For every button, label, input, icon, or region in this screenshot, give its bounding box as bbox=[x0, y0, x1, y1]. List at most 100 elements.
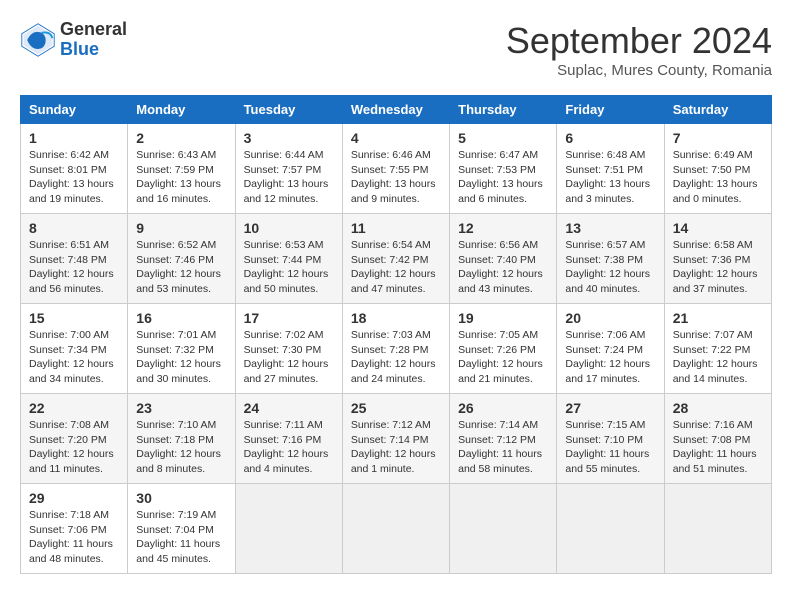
calendar-body: 1 Sunrise: 6:42 AMSunset: 8:01 PMDaylight… bbox=[21, 124, 772, 574]
col-monday: Monday bbox=[128, 96, 235, 124]
week-row-3: 15 Sunrise: 7:00 AMSunset: 7:34 PMDayligh… bbox=[21, 304, 772, 394]
day-cell: 22Sunrise: 7:08 AMSunset: 7:20 PMDayligh… bbox=[21, 394, 128, 484]
day-info: Sunrise: 7:00 AMSunset: 7:34 PMDaylight:… bbox=[29, 328, 119, 387]
day-number: 5 bbox=[458, 130, 548, 146]
day-info: Sunrise: 7:05 AMSunset: 7:26 PMDaylight:… bbox=[458, 328, 548, 387]
day-cell: 9 Sunrise: 6:52 AMSunset: 7:46 PMDaylight… bbox=[128, 214, 235, 304]
day-number: 19 bbox=[458, 310, 548, 326]
title-section: September 2024 Suplac, Mures County, Rom… bbox=[506, 20, 772, 79]
day-number: 30 bbox=[136, 490, 226, 506]
day-number: 28 bbox=[673, 400, 763, 416]
day-number: 10 bbox=[244, 220, 334, 236]
header-row: Sunday Monday Tuesday Wednesday Thursday… bbox=[21, 96, 772, 124]
page-header: General Blue September 2024 Suplac, Mure… bbox=[20, 20, 772, 79]
day-info: Sunrise: 6:44 AMSunset: 7:57 PMDaylight:… bbox=[244, 148, 334, 207]
day-info: Sunrise: 7:03 AMSunset: 7:28 PMDaylight:… bbox=[351, 328, 441, 387]
day-number: 21 bbox=[673, 310, 763, 326]
day-info: Sunrise: 6:43 AMSunset: 7:59 PMDaylight:… bbox=[136, 148, 226, 207]
day-number: 17 bbox=[244, 310, 334, 326]
week-row-5: 29Sunrise: 7:18 AMSunset: 7:06 PMDayligh… bbox=[21, 484, 772, 574]
day-cell bbox=[342, 484, 449, 574]
day-number: 3 bbox=[244, 130, 334, 146]
day-cell: 23Sunrise: 7:10 AMSunset: 7:18 PMDayligh… bbox=[128, 394, 235, 484]
day-number: 18 bbox=[351, 310, 441, 326]
day-info: Sunrise: 6:42 AMSunset: 8:01 PMDaylight:… bbox=[29, 148, 119, 207]
day-cell: 3 Sunrise: 6:44 AMSunset: 7:57 PMDaylight… bbox=[235, 124, 342, 214]
day-number: 20 bbox=[565, 310, 655, 326]
day-cell: 14 Sunrise: 6:58 AMSunset: 7:36 PMDayligh… bbox=[664, 214, 771, 304]
col-sunday: Sunday bbox=[21, 96, 128, 124]
day-cell: 15 Sunrise: 7:00 AMSunset: 7:34 PMDayligh… bbox=[21, 304, 128, 394]
day-cell: 28Sunrise: 7:16 AMSunset: 7:08 PMDayligh… bbox=[664, 394, 771, 484]
day-cell: 26 Sunrise: 7:14 AMSunset: 7:12 PMDayligh… bbox=[450, 394, 557, 484]
calendar-subtitle: Suplac, Mures County, Romania bbox=[506, 62, 772, 79]
day-number: 12 bbox=[458, 220, 548, 236]
day-number: 7 bbox=[673, 130, 763, 146]
col-thursday: Thursday bbox=[450, 96, 557, 124]
day-info: Sunrise: 7:01 AMSunset: 7:32 PMDaylight:… bbox=[136, 328, 226, 387]
week-row-1: 1 Sunrise: 6:42 AMSunset: 8:01 PMDaylight… bbox=[21, 124, 772, 214]
day-cell: 25 Sunrise: 7:12 AMSunset: 7:14 PMDayligh… bbox=[342, 394, 449, 484]
day-info: Sunrise: 6:56 AMSunset: 7:40 PMDaylight:… bbox=[458, 238, 548, 297]
day-cell: 12 Sunrise: 6:56 AMSunset: 7:40 PMDayligh… bbox=[450, 214, 557, 304]
day-cell: 10 Sunrise: 6:53 AMSunset: 7:44 PMDayligh… bbox=[235, 214, 342, 304]
day-number: 9 bbox=[136, 220, 226, 236]
day-info: Sunrise: 6:53 AMSunset: 7:44 PMDaylight:… bbox=[244, 238, 334, 297]
day-cell: 17 Sunrise: 7:02 AMSunset: 7:30 PMDayligh… bbox=[235, 304, 342, 394]
day-info: Sunrise: 6:54 AMSunset: 7:42 PMDaylight:… bbox=[351, 238, 441, 297]
day-number: 26 bbox=[458, 400, 548, 416]
col-wednesday: Wednesday bbox=[342, 96, 449, 124]
col-friday: Friday bbox=[557, 96, 664, 124]
day-number: 8 bbox=[29, 220, 119, 236]
logo: General Blue bbox=[20, 20, 127, 60]
day-number: 2 bbox=[136, 130, 226, 146]
day-cell: 18 Sunrise: 7:03 AMSunset: 7:28 PMDayligh… bbox=[342, 304, 449, 394]
day-number: 4 bbox=[351, 130, 441, 146]
day-info: Sunrise: 6:52 AMSunset: 7:46 PMDaylight:… bbox=[136, 238, 226, 297]
day-cell: 2 Sunrise: 6:43 AMSunset: 7:59 PMDaylight… bbox=[128, 124, 235, 214]
day-info: Sunrise: 7:14 AMSunset: 7:12 PMDaylight:… bbox=[458, 418, 548, 477]
day-number: 27 bbox=[565, 400, 655, 416]
day-cell: 13 Sunrise: 6:57 AMSunset: 7:38 PMDayligh… bbox=[557, 214, 664, 304]
day-cell: 7 Sunrise: 6:49 AMSunset: 7:50 PMDaylight… bbox=[664, 124, 771, 214]
day-cell: 8 Sunrise: 6:51 AMSunset: 7:48 PMDaylight… bbox=[21, 214, 128, 304]
day-number: 15 bbox=[29, 310, 119, 326]
day-number: 16 bbox=[136, 310, 226, 326]
day-info: Sunrise: 6:58 AMSunset: 7:36 PMDaylight:… bbox=[673, 238, 763, 297]
day-info: Sunrise: 6:49 AMSunset: 7:50 PMDaylight:… bbox=[673, 148, 763, 207]
day-cell: 6Sunrise: 6:48 AMSunset: 7:51 PMDaylight… bbox=[557, 124, 664, 214]
col-saturday: Saturday bbox=[664, 96, 771, 124]
logo-text: General Blue bbox=[60, 20, 127, 60]
day-cell: 1 Sunrise: 6:42 AMSunset: 8:01 PMDaylight… bbox=[21, 124, 128, 214]
logo-icon bbox=[20, 22, 56, 58]
day-cell: 30Sunrise: 7:19 AMSunset: 7:04 PMDayligh… bbox=[128, 484, 235, 574]
calendar-title: September 2024 bbox=[506, 20, 772, 62]
day-number: 6 bbox=[565, 130, 655, 146]
day-info: Sunrise: 7:02 AMSunset: 7:30 PMDaylight:… bbox=[244, 328, 334, 387]
day-cell: 21 Sunrise: 7:07 AMSunset: 7:22 PMDayligh… bbox=[664, 304, 771, 394]
day-cell: 24 Sunrise: 7:11 AMSunset: 7:16 PMDayligh… bbox=[235, 394, 342, 484]
day-number: 29 bbox=[29, 490, 119, 506]
day-number: 25 bbox=[351, 400, 441, 416]
week-row-2: 8 Sunrise: 6:51 AMSunset: 7:48 PMDaylight… bbox=[21, 214, 772, 304]
day-info: Sunrise: 6:51 AMSunset: 7:48 PMDaylight:… bbox=[29, 238, 119, 297]
day-cell: 29Sunrise: 7:18 AMSunset: 7:06 PMDayligh… bbox=[21, 484, 128, 574]
day-number: 13 bbox=[565, 220, 655, 236]
day-info: Sunrise: 7:12 AMSunset: 7:14 PMDaylight:… bbox=[351, 418, 441, 477]
day-number: 14 bbox=[673, 220, 763, 236]
day-cell: 5 Sunrise: 6:47 AMSunset: 7:53 PMDaylight… bbox=[450, 124, 557, 214]
day-number: 24 bbox=[244, 400, 334, 416]
day-info: Sunrise: 7:11 AMSunset: 7:16 PMDaylight:… bbox=[244, 418, 334, 477]
day-cell: 11Sunrise: 6:54 AMSunset: 7:42 PMDayligh… bbox=[342, 214, 449, 304]
day-info: Sunrise: 6:47 AMSunset: 7:53 PMDaylight:… bbox=[458, 148, 548, 207]
day-cell bbox=[557, 484, 664, 574]
day-number: 1 bbox=[29, 130, 119, 146]
day-cell: 16 Sunrise: 7:01 AMSunset: 7:32 PMDayligh… bbox=[128, 304, 235, 394]
day-info: Sunrise: 7:15 AMSunset: 7:10 PMDaylight:… bbox=[565, 418, 655, 477]
day-info: Sunrise: 6:57 AMSunset: 7:38 PMDaylight:… bbox=[565, 238, 655, 297]
col-tuesday: Tuesday bbox=[235, 96, 342, 124]
day-cell: 19 Sunrise: 7:05 AMSunset: 7:26 PMDayligh… bbox=[450, 304, 557, 394]
day-cell: 4Sunrise: 6:46 AMSunset: 7:55 PMDaylight… bbox=[342, 124, 449, 214]
day-number: 23 bbox=[136, 400, 226, 416]
day-info: Sunrise: 7:07 AMSunset: 7:22 PMDaylight:… bbox=[673, 328, 763, 387]
